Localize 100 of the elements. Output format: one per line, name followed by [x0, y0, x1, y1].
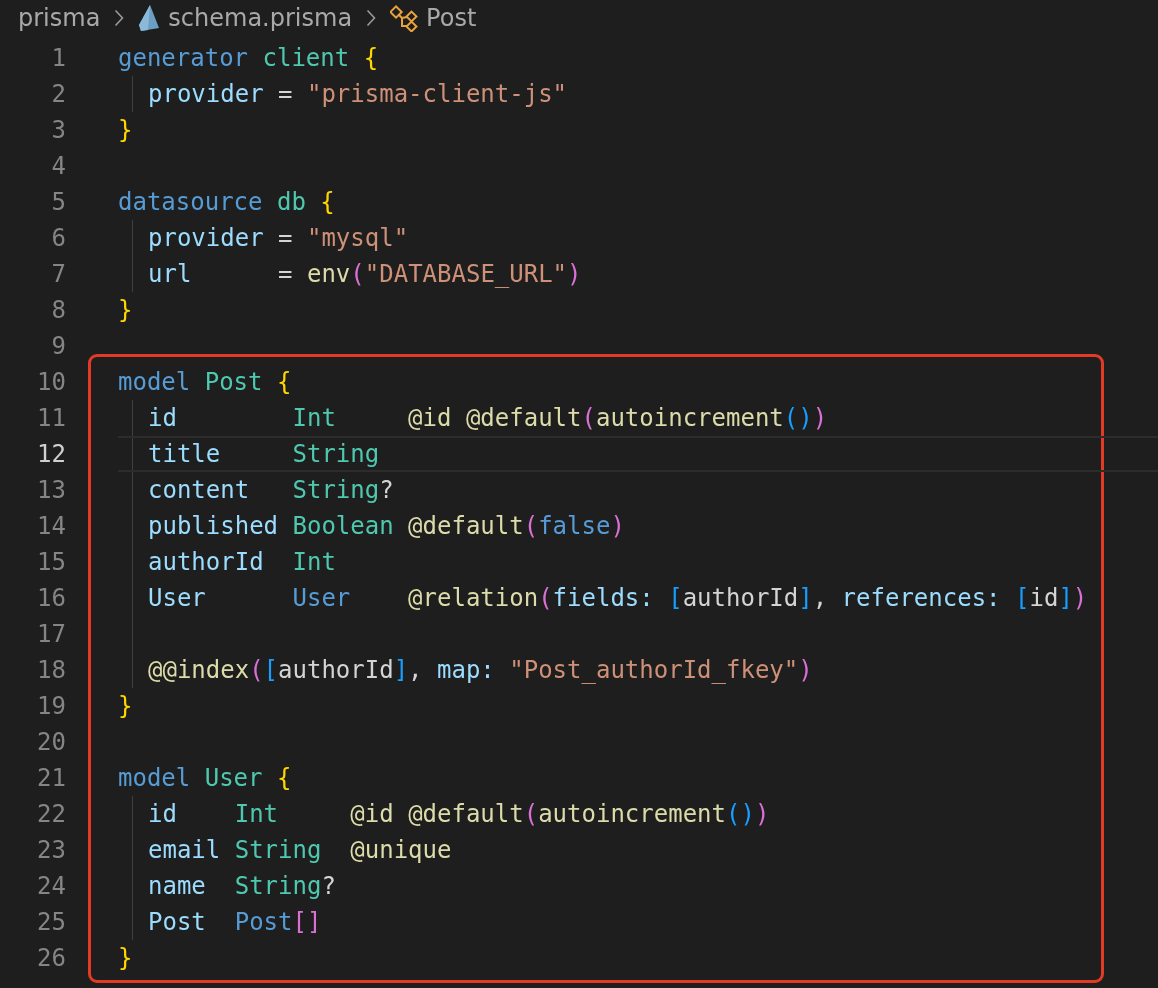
bracket: )	[798, 656, 813, 684]
line-number: 18	[36, 655, 67, 686]
argument-name: fields:	[552, 584, 654, 612]
attribute: @id	[350, 800, 394, 828]
bracket: ]	[1058, 584, 1073, 612]
type-name: String	[292, 440, 380, 468]
bracket: (	[249, 656, 264, 684]
structure-icon	[390, 4, 419, 32]
identifier: authorId	[278, 656, 394, 684]
bracket: ()	[783, 404, 813, 432]
field-name: id	[148, 800, 177, 828]
bracket: )	[812, 404, 828, 432]
string-literal: "Post_authorId_fkey"	[509, 656, 799, 684]
line-number: 21	[36, 763, 67, 794]
operator: =	[278, 224, 293, 252]
line-number: 16	[36, 583, 67, 614]
line-number: 12	[36, 439, 67, 470]
line-number: 23	[36, 835, 67, 866]
bracket: [	[263, 656, 279, 684]
identifier: authorId	[682, 584, 799, 612]
line-number: 26	[36, 943, 67, 974]
bracket: []	[292, 908, 322, 936]
function-name: autoincrement	[538, 800, 726, 828]
bracket: {	[320, 188, 335, 216]
chevron-right-icon	[114, 9, 125, 27]
line-number: 2	[50, 79, 67, 110]
operator: ,	[408, 656, 423, 684]
bracket: ]	[393, 656, 409, 684]
operator: ,	[812, 584, 828, 612]
bracket: {	[276, 764, 292, 792]
bracket: ]	[798, 584, 813, 612]
bracket: (	[523, 800, 539, 828]
bracket: (	[523, 512, 539, 540]
type-name: User	[292, 584, 351, 612]
line-number: 13	[36, 475, 67, 506]
bracket: }	[118, 296, 133, 324]
type-name: Int	[292, 548, 336, 576]
attribute: @relation	[408, 584, 539, 612]
line-number: 24	[36, 871, 67, 902]
field-name: email	[148, 836, 221, 864]
field-name: published	[148, 512, 279, 540]
bracket: {	[276, 368, 292, 396]
field-name: authorId	[148, 548, 264, 576]
bracket: }	[118, 116, 133, 144]
type-name: String	[234, 872, 322, 900]
identifier: client	[262, 44, 350, 72]
boolean-literal: false	[538, 512, 611, 540]
chevron-right-icon	[366, 9, 377, 27]
field-name: title	[148, 440, 221, 468]
line-number: 19	[36, 691, 67, 722]
bracket: (	[581, 404, 596, 432]
identifier: db	[276, 188, 306, 216]
type-name: Post	[234, 908, 293, 936]
line-number: 14	[36, 511, 67, 542]
keyword: datasource	[118, 188, 263, 216]
breadcrumb-item[interactable]: schema.prisma	[168, 4, 353, 32]
argument-name: map:	[437, 656, 495, 684]
attribute: @default	[408, 512, 524, 540]
function-name: env	[306, 260, 351, 288]
line-number: 20	[36, 727, 67, 758]
operator: ?	[321, 872, 336, 900]
operator: =	[278, 260, 293, 288]
bracket: )	[1072, 584, 1088, 612]
bracket: ()	[726, 800, 755, 828]
field-name: User	[148, 584, 206, 612]
type-name: Int	[234, 800, 279, 828]
keyword: model	[118, 368, 191, 396]
line-number: 11	[36, 403, 67, 434]
line-number: 4	[50, 151, 67, 182]
line-number: 6	[50, 223, 67, 254]
field-name: id	[148, 404, 177, 432]
keyword: model	[118, 764, 191, 792]
type-name: String	[292, 476, 380, 504]
identifier: id	[1029, 584, 1059, 612]
function-name: autoincrement	[595, 404, 784, 432]
bracket: }	[118, 944, 133, 972]
attribute: @default	[465, 404, 582, 432]
line-number: 9	[50, 331, 67, 362]
string-literal: "prisma-client-js"	[306, 80, 568, 108]
line-number: 5	[50, 187, 67, 218]
field-name: content	[148, 476, 250, 504]
bracket: (	[350, 260, 365, 288]
bracket: )	[610, 512, 625, 540]
line-number: 22	[36, 799, 67, 830]
line-number: 25	[36, 907, 67, 938]
identifier: Post	[204, 368, 263, 396]
attribute: @unique	[350, 836, 452, 864]
breadcrumb-item[interactable]: Post	[426, 4, 477, 32]
bracket: )	[754, 800, 770, 828]
bracket: }	[118, 692, 133, 720]
type-name: Boolean	[292, 512, 394, 540]
line-number: 3	[50, 115, 67, 146]
field-name: provider	[148, 80, 264, 108]
operator: ?	[379, 476, 394, 504]
breadcrumb-item[interactable]: prisma	[18, 4, 101, 32]
line-number: 8	[50, 295, 67, 326]
type-name: String	[234, 836, 322, 864]
type-name: Int	[292, 404, 336, 432]
line-number: 15	[36, 547, 67, 578]
line-number: 17	[36, 619, 67, 650]
